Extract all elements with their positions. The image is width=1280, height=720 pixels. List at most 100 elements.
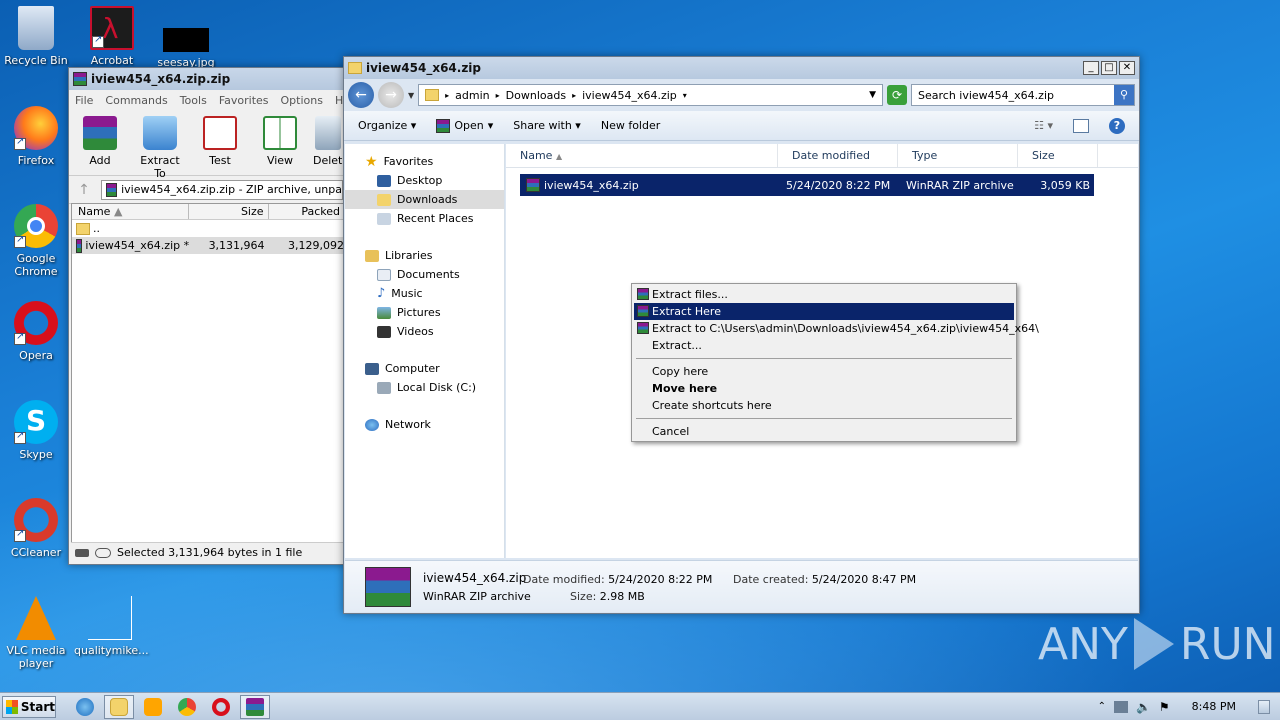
delete-button[interactable]: Delete [313,116,343,167]
column-name[interactable]: Name ▲ [506,144,778,167]
details-file-type: WinRAR ZIP archive [423,590,531,603]
chevron-down-icon[interactable]: ▾ [683,91,687,100]
menu-item-extract[interactable]: Extract... [634,337,1014,354]
volume-icon[interactable]: 🔈 [1136,700,1151,714]
taskbar-ie[interactable] [70,695,100,719]
nav-pictures[interactable]: Pictures [345,303,504,322]
column-type[interactable]: Type [898,144,1018,167]
column-size[interactable]: Size [189,204,269,219]
windows-logo-icon [6,699,18,714]
nav-recent-places[interactable]: Recent Places [345,209,504,228]
acrobat-desktop-icon[interactable]: λ Acrobat [76,6,148,67]
chevron-right-icon[interactable]: ▸ [572,91,576,100]
show-hidden-icons-chevron-icon[interactable]: ⌃ [1098,701,1106,712]
menu-tools[interactable]: Tools [180,94,207,107]
acrobat-icon: λ [90,6,134,50]
nav-videos[interactable]: Videos [345,322,504,341]
zip-file-icon [526,178,540,192]
help-icon[interactable]: ? [1109,117,1125,134]
column-date-modified[interactable]: Date modified [778,144,898,167]
winrar-file-list[interactable]: Name ▲ Size Packed .. iview454_x64.zip *… [71,203,345,543]
column-packed[interactable]: Packed [269,204,344,219]
nav-music[interactable]: ♪ Music [345,284,504,303]
network-tray-icon[interactable] [1113,700,1128,713]
vlc-desktop-icon[interactable]: VLC media player [0,596,72,670]
nav-network[interactable]: Network [345,415,504,434]
preview-pane-icon[interactable] [1073,118,1089,133]
breadcrumb-downloads[interactable]: Downloads [506,89,566,102]
nav-desktop[interactable]: Desktop [345,171,504,190]
file-row-selected[interactable]: iview454_x64.zip 5/24/2020 8:22 PM WinRA… [520,174,1094,196]
action-center-flag-icon[interactable]: ⚑ [1159,700,1170,714]
nav-documents[interactable]: Documents [345,265,504,284]
nav-libraries[interactable]: Libraries [345,246,504,265]
menu-item-extract-files[interactable]: Extract files... [634,286,1014,303]
explorer-titlebar[interactable]: iview454_x64.zip _ □ ✕ [344,57,1139,79]
maximize-button[interactable]: □ [1101,61,1117,75]
image-file-desktop-icon[interactable]: seesay.jpg [150,6,222,69]
unnamed-file-desktop-icon[interactable]: qualitymike... [74,596,149,657]
winrar-window[interactable]: iview454_x64.zip.zip File Commands Tools… [68,67,360,565]
close-button[interactable]: ✕ [1119,61,1135,75]
menu-commands[interactable]: Commands [105,94,167,107]
column-name[interactable]: Name ▲ [72,204,190,219]
organize-button[interactable]: Organize ▾ [358,119,416,132]
taskbar-winrar[interactable] [240,694,270,719]
chevron-right-icon[interactable]: ▸ [496,91,500,100]
column-size[interactable]: Size [1018,144,1098,167]
menu-item-extract-here[interactable]: Extract Here [634,303,1014,320]
minimize-button[interactable]: _ [1083,61,1099,75]
open-button[interactable]: Open ▾ [436,118,493,133]
taskbar-chrome[interactable] [172,695,202,719]
start-button[interactable]: Start [2,695,56,718]
opera-desktop-icon[interactable]: Opera [0,301,72,362]
test-button[interactable]: Test [193,116,247,167]
address-dropdown-icon[interactable]: ▼ [869,90,876,100]
chrome-desktop-icon[interactable]: Google Chrome [0,204,72,278]
videos-icon [377,325,391,338]
breadcrumb-archive[interactable]: iview454_x64.zip [582,89,677,102]
refresh-icon[interactable]: ⟳ [887,85,907,105]
back-button[interactable]: ← [348,82,374,108]
menu-item-move-here[interactable]: Move here [634,380,1014,397]
menu-item-create-shortcuts[interactable]: Create shortcuts here [634,397,1014,414]
firefox-desktop-icon[interactable]: Firefox [0,106,72,167]
forward-button[interactable]: → [378,82,404,108]
winrar-titlebar[interactable]: iview454_x64.zip.zip [69,68,347,90]
view-options-icon[interactable]: ☷ ▾ [1034,119,1053,132]
menu-item-cancel[interactable]: Cancel [634,423,1014,440]
skype-desktop-icon[interactable]: S Skype [0,400,72,461]
breadcrumb-admin[interactable]: admin [455,89,489,102]
new-folder-button[interactable]: New folder [601,119,660,132]
taskbar-opera[interactable] [206,695,236,719]
desktop-icon-label: Skype [19,448,53,461]
menu-file[interactable]: File [75,94,93,107]
archive-path-field[interactable]: iview454_x64.zip.zip - ZIP archive, unpa [101,179,343,200]
menu-favorites[interactable]: Favorites [219,94,269,107]
chevron-right-icon[interactable]: ▸ [445,91,449,100]
address-bar[interactable]: ▸ admin ▸ Downloads ▸ iview454_x64.zip ▾… [418,84,883,106]
view-button[interactable]: View [253,116,307,167]
nav-local-disk[interactable]: Local Disk (C:) [345,378,504,397]
share-with-button[interactable]: Share with ▾ [513,119,581,132]
menu-item-copy-here[interactable]: Copy here [634,363,1014,380]
nav-computer[interactable]: Computer [345,359,504,378]
list-item-selected[interactable]: iview454_x64.zip * 3,131,964 3,129,092 [72,237,344,254]
nav-downloads[interactable]: Downloads [345,190,504,209]
search-input[interactable]: Search iview454_x64.zip ⚲ [911,84,1135,106]
search-icon[interactable]: ⚲ [1114,85,1134,105]
clock[interactable]: 8:48 PM [1192,700,1236,713]
recent-pages-chevron-icon[interactable]: ▼ [408,91,414,100]
taskbar-media-player[interactable] [138,695,168,719]
taskbar-explorer[interactable] [104,694,134,719]
nav-favorites[interactable]: ★ Favorites [345,152,504,171]
ccleaner-desktop-icon[interactable]: CCleaner [0,498,72,559]
show-desktop-button[interactable] [1258,699,1270,714]
menu-item-extract-to-folder[interactable]: Extract to C:\Users\admin\Downloads\ivie… [634,320,1039,337]
menu-options[interactable]: Options [281,94,323,107]
recycle-bin-desktop-icon[interactable]: Recycle Bin [0,6,72,67]
list-item-parent[interactable]: .. [72,220,344,237]
add-button[interactable]: Add [73,116,127,167]
extract-to-button[interactable]: Extract To [133,116,187,180]
up-arrow-icon[interactable]: ↑ [73,182,95,198]
